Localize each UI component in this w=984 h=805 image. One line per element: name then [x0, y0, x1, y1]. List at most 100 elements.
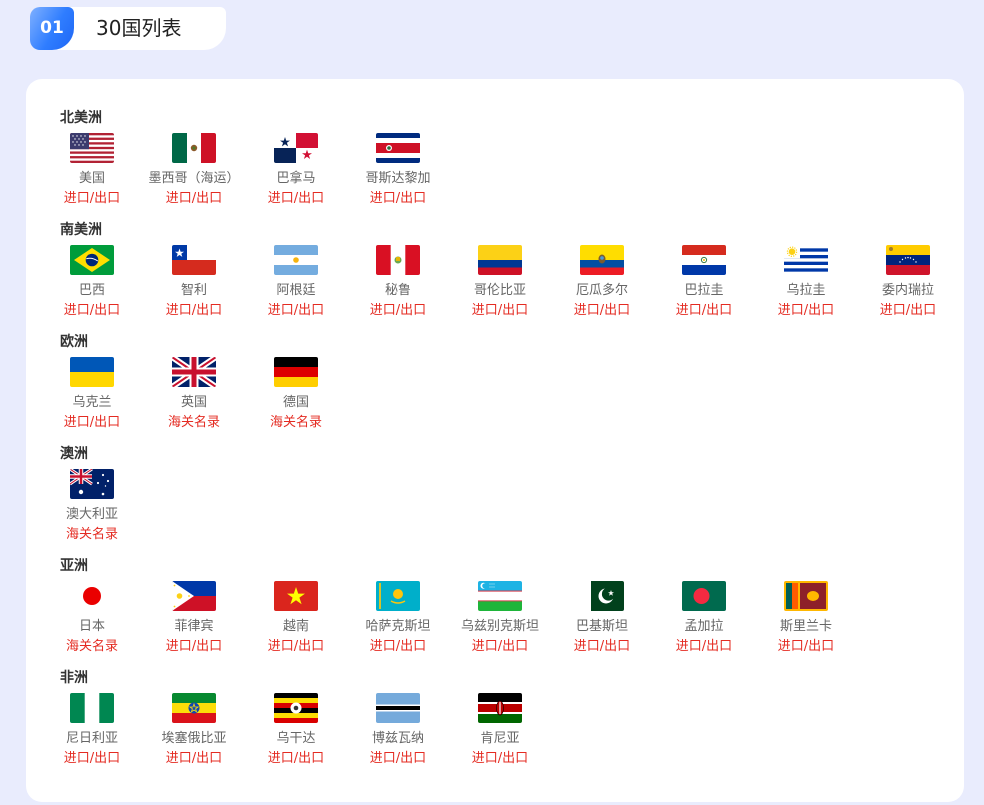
- country-item[interactable]: 乌克兰 进口/出口: [42, 357, 142, 431]
- country-item[interactable]: 厄瓜多尔 进口/出口: [552, 245, 652, 319]
- japan-flag-icon: [70, 581, 114, 611]
- trade-link[interactable]: 进口/出口: [348, 639, 448, 655]
- brazil-flag-icon: [70, 245, 114, 275]
- venezuela-flag-icon: [886, 245, 930, 275]
- country-item[interactable]: 巴基斯坦 进口/出口: [552, 581, 652, 655]
- usa-flag-icon: [70, 133, 114, 163]
- trade-link[interactable]: 进口/出口: [348, 751, 448, 767]
- country-name: 尼日利亚: [65, 731, 118, 746]
- country-list-card: 北美洲 美国 进口/出口 墨西哥（海运） 进口/出口 巴拿马 进口/出口 哥斯达…: [26, 79, 964, 802]
- country-item[interactable]: 哈萨克斯坦 进口/出口: [348, 581, 448, 655]
- country-item[interactable]: 孟加拉 进口/出口: [654, 581, 754, 655]
- country-item[interactable]: 肯尼亚 进口/出口: [450, 693, 550, 767]
- country-item[interactable]: 澳大利亚 海关名录: [42, 469, 142, 543]
- country-item[interactable]: 巴拿马 进口/出口: [246, 133, 346, 207]
- section-number-badge: 01: [30, 7, 74, 50]
- country-name: 智利: [180, 283, 207, 298]
- ukraine-flag-icon: [70, 357, 114, 387]
- trade-link[interactable]: 海关名录: [42, 639, 142, 655]
- country-item[interactable]: 秘鲁 进口/出口: [348, 245, 448, 319]
- country-item[interactable]: 乌拉圭 进口/出口: [756, 245, 856, 319]
- trade-link[interactable]: 进口/出口: [756, 303, 856, 319]
- country-name: 澳大利亚: [65, 507, 118, 522]
- country-item[interactable]: 墨西哥（海运） 进口/出口: [144, 133, 244, 207]
- kazakhstan-flag-icon: [376, 581, 420, 611]
- trade-link[interactable]: 进口/出口: [654, 303, 754, 319]
- country-name: 哈萨克斯坦: [365, 619, 431, 634]
- ethiopia-flag-icon: [172, 693, 216, 723]
- country-item[interactable]: 巴拉圭 进口/出口: [654, 245, 754, 319]
- country-item[interactable]: 哥伦比亚 进口/出口: [450, 245, 550, 319]
- country-item[interactable]: 阿根廷 进口/出口: [246, 245, 346, 319]
- australia-flag-icon: [70, 469, 114, 499]
- country-name: 哥伦比亚: [473, 283, 526, 298]
- costa-rica-flag-icon: [376, 133, 420, 163]
- trade-link[interactable]: 进口/出口: [144, 639, 244, 655]
- trade-link[interactable]: 进口/出口: [858, 303, 958, 319]
- country-item[interactable]: 博兹瓦纳 进口/出口: [348, 693, 448, 767]
- trade-link[interactable]: 海关名录: [42, 527, 142, 543]
- country-item[interactable]: 乌干达 进口/出口: [246, 693, 346, 767]
- argentina-flag-icon: [274, 245, 318, 275]
- country-name: 巴拉圭: [684, 283, 724, 298]
- country-item[interactable]: 德国 海关名录: [246, 357, 346, 431]
- country-name: 斯里兰卡: [779, 619, 832, 634]
- country-name: 日本: [78, 619, 105, 634]
- country-name: 墨西哥（海运）: [148, 171, 240, 186]
- country-name: 孟加拉: [684, 619, 724, 634]
- country-item[interactable]: 尼日利亚 进口/出口: [42, 693, 142, 767]
- country-item[interactable]: 越南 进口/出口: [246, 581, 346, 655]
- country-name: 埃塞俄比亚: [161, 731, 227, 746]
- country-item[interactable]: 乌兹别克斯坦 进口/出口: [450, 581, 550, 655]
- country-item[interactable]: 委内瑞拉 进口/出口: [858, 245, 958, 319]
- trade-link[interactable]: 进口/出口: [246, 751, 346, 767]
- country-name: 哥斯达黎加: [365, 171, 431, 186]
- country-item[interactable]: 哥斯达黎加 进口/出口: [348, 133, 448, 207]
- trade-link[interactable]: 进口/出口: [246, 303, 346, 319]
- country-item[interactable]: 英国 海关名录: [144, 357, 244, 431]
- country-item[interactable]: 日本 海关名录: [42, 581, 142, 655]
- country-item[interactable]: 埃塞俄比亚 进口/出口: [144, 693, 244, 767]
- trade-link[interactable]: 进口/出口: [42, 191, 142, 207]
- sri-lanka-flag-icon: [784, 581, 828, 611]
- country-name: 乌干达: [276, 731, 316, 746]
- trade-link[interactable]: 海关名录: [246, 415, 346, 431]
- country-name: 菲律宾: [174, 619, 214, 634]
- trade-link[interactable]: 进口/出口: [42, 415, 142, 431]
- country-item[interactable]: 斯里兰卡 进口/出口: [756, 581, 856, 655]
- trade-link[interactable]: 进口/出口: [450, 303, 550, 319]
- trade-link[interactable]: 进口/出口: [552, 639, 652, 655]
- country-name: 德国: [282, 395, 309, 410]
- uk-flag-icon: [172, 357, 216, 387]
- pakistan-flag-icon: [580, 581, 624, 611]
- trade-link[interactable]: 进口/出口: [348, 303, 448, 319]
- country-name: 巴基斯坦: [575, 619, 628, 634]
- uruguay-flag-icon: [784, 245, 828, 275]
- trade-link[interactable]: 进口/出口: [144, 303, 244, 319]
- trade-link[interactable]: 进口/出口: [144, 191, 244, 207]
- panama-flag-icon: [274, 133, 318, 163]
- trade-link[interactable]: 进口/出口: [348, 191, 448, 207]
- trade-link[interactable]: 进口/出口: [246, 191, 346, 207]
- trade-link[interactable]: 进口/出口: [654, 639, 754, 655]
- region-title: 亚洲: [60, 558, 88, 574]
- trade-link[interactable]: 进口/出口: [756, 639, 856, 655]
- trade-link[interactable]: 进口/出口: [42, 751, 142, 767]
- trade-link[interactable]: 进口/出口: [246, 639, 346, 655]
- country-item[interactable]: 巴西 进口/出口: [42, 245, 142, 319]
- uzbekistan-flag-icon: [478, 581, 522, 611]
- trade-link[interactable]: 进口/出口: [552, 303, 652, 319]
- trade-link[interactable]: 进口/出口: [450, 639, 550, 655]
- trade-link[interactable]: 海关名录: [144, 415, 244, 431]
- section-title: 30国列表: [96, 16, 182, 40]
- country-item[interactable]: 智利 进口/出口: [144, 245, 244, 319]
- region-title: 非洲: [60, 670, 88, 686]
- country-name: 美国: [78, 171, 105, 186]
- country-item[interactable]: 美国 进口/出口: [42, 133, 142, 207]
- trade-link[interactable]: 进口/出口: [144, 751, 244, 767]
- trade-link[interactable]: 进口/出口: [450, 751, 550, 767]
- country-item[interactable]: 菲律宾 进口/出口: [144, 581, 244, 655]
- country-name: 英国: [180, 395, 207, 410]
- colombia-flag-icon: [478, 245, 522, 275]
- trade-link[interactable]: 进口/出口: [42, 303, 142, 319]
